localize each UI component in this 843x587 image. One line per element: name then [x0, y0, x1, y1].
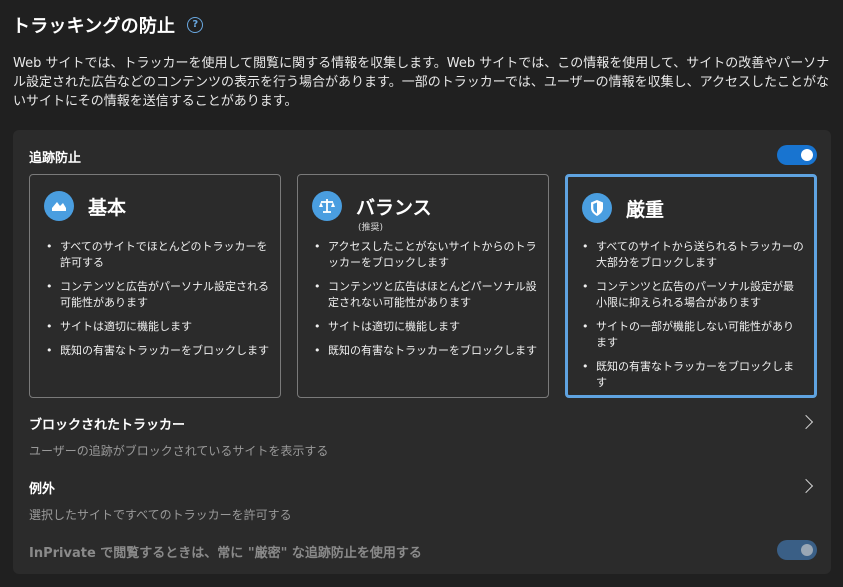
- bullet-item: サイトは適切に機能します: [314, 319, 538, 335]
- card-header: バランス: [312, 191, 432, 221]
- card-bullets: すべてのサイトから送られるトラッカーの大部分をブロックします コンテンツと広告の…: [582, 239, 804, 399]
- bullet-item: 既知の有害なトラッカーをブロックします: [314, 343, 538, 359]
- blocked-trackers-title: ブロックされたトラッカー: [29, 418, 186, 433]
- card-title: 厳重: [626, 198, 665, 221]
- exceptions-subtitle: 選択したサイトですべてのトラッカーを許可する: [29, 508, 292, 522]
- toggle-knob: [801, 149, 813, 161]
- page-description: Web サイトでは、トラッカーを使用して閲覧に関する情報を収集します。Web サ…: [13, 56, 830, 109]
- card-title: バランス: [356, 196, 432, 219]
- page-header: トラッキングの防止 ?: [12, 12, 204, 38]
- card-header: 厳重: [582, 193, 664, 223]
- chevron-right-icon[interactable]: [798, 478, 814, 494]
- card-bullets: すべてのサイトでほとんどのトラッカーを許可する コンテンツと広告がパーソナル設定…: [46, 239, 270, 367]
- page-title: トラッキングの防止: [12, 16, 176, 37]
- card-title: 基本: [88, 196, 127, 219]
- basic-shield-icon: [44, 191, 74, 221]
- bullet-item: コンテンツと広告はほとんどパーソナル設定されない可能性があります: [314, 279, 538, 311]
- bullet-item: コンテンツと広告がパーソナル設定される可能性があります: [46, 279, 270, 311]
- level-card-balanced[interactable]: バランス (推奨) アクセスしたことがないサイトからのトラッカーをブロックします…: [297, 174, 549, 398]
- card-header: 基本: [44, 191, 126, 221]
- tracking-prevention-label: 追跡防止: [29, 151, 82, 166]
- bullet-item: すべてのサイトでほとんどのトラッカーを許可する: [46, 239, 270, 271]
- level-card-basic[interactable]: 基本 すべてのサイトでほとんどのトラッカーを許可する コンテンツと広告がパーソナ…: [29, 174, 281, 398]
- bullet-item: サイトの一部が機能しない可能性があります: [582, 319, 804, 351]
- blocked-trackers-subtitle: ユーザーの追跡がブロックされているサイトを表示する: [29, 444, 329, 458]
- bullet-item: アクセスしたことがないサイトからのトラッカーをブロックします: [314, 239, 538, 271]
- question-circle-icon[interactable]: ?: [187, 17, 204, 33]
- inprivate-strict-label: InPrivate で閲覧するときは、常に "厳密" な追跡防止を使用する: [29, 546, 422, 561]
- recommended-label: (推奨): [358, 223, 384, 233]
- bullet-item: サイトは適切に機能します: [46, 319, 270, 335]
- tracking-settings-panel: 追跡防止 基本 すべてのサイトでほとんどのトラッカーを許可する コンテンツと広告…: [13, 130, 831, 574]
- card-bullets: アクセスしたことがないサイトからのトラッカーをブロックします コンテンツと広告は…: [314, 239, 538, 367]
- tracking-prevention-toggle[interactable]: [777, 145, 817, 165]
- inprivate-strict-toggle[interactable]: [777, 540, 817, 560]
- strict-shield-icon: [582, 193, 612, 223]
- tracking-prevention-page: トラッキングの防止 ? Web サイトでは、トラッカーを使用して閲覧に関する情報…: [0, 0, 843, 587]
- bullet-item: コンテンツと広告のパーソナル設定が最小限に抑えられる場合があります: [582, 279, 804, 311]
- bullet-item: 既知の有害なトラッカーをブロックします: [46, 343, 270, 359]
- balance-scale-icon: [312, 191, 342, 221]
- level-card-strict[interactable]: 厳重 すべてのサイトから送られるトラッカーの大部分をブロックします コンテンツと…: [565, 174, 817, 398]
- bullet-item: すべてのサイトから送られるトラッカーの大部分をブロックします: [582, 239, 804, 271]
- exceptions-title: 例外: [29, 482, 56, 497]
- bullet-item: 既知の有害なトラッカーをブロックします: [582, 359, 804, 391]
- toggle-knob: [801, 544, 813, 556]
- chevron-right-icon[interactable]: [798, 414, 814, 430]
